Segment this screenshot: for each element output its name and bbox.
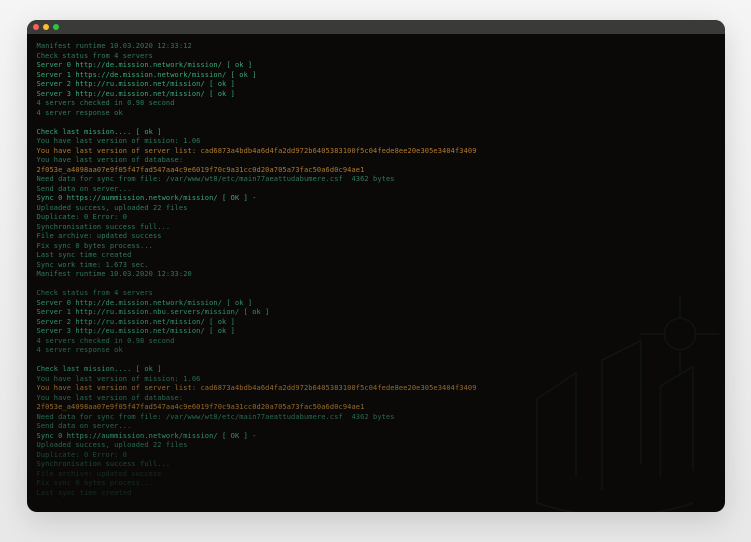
log-line: Duplicate: 0 Error: 0 bbox=[37, 451, 715, 461]
terminal-output[interactable]: Manifest runtime 10.03.2020 12:33:12 Che… bbox=[27, 34, 725, 512]
log-line: Sync 0 https://aummission.network/missio… bbox=[37, 194, 715, 204]
log-line: 4 servers checked in 0.98 second bbox=[37, 337, 715, 347]
log-line: Check status from 4 servers bbox=[37, 52, 715, 62]
log-line: Check last mission.... [ ok ] bbox=[37, 128, 715, 138]
log-line: Last sync time created bbox=[37, 489, 715, 499]
log-line: Server 0 http://de.mission.network/missi… bbox=[37, 61, 715, 71]
blank-line bbox=[37, 356, 715, 366]
titlebar bbox=[27, 20, 725, 34]
log-line: Check last mission.... [ ok ] bbox=[37, 365, 715, 375]
log-line: 4 server response ok bbox=[37, 346, 715, 356]
minimize-icon[interactable] bbox=[43, 24, 49, 30]
log-line: Server 0 http://de.mission.network/missi… bbox=[37, 299, 715, 309]
log-line: Fix sync 0 bytes process... bbox=[37, 242, 715, 252]
log-line: You have last version of database: bbox=[37, 394, 715, 404]
log-line: You have last version of mission: 1.06 bbox=[37, 137, 715, 147]
log-line: Send data on server... bbox=[37, 185, 715, 195]
log-line: Server 3 http://eu.mission.net/mission/ … bbox=[37, 327, 715, 337]
log-line: Check status from 4 servers bbox=[37, 289, 715, 299]
terminal-window: Manifest runtime 10.03.2020 12:33:12 Che… bbox=[27, 20, 725, 512]
log-line: Need data for sync from file: /var/www/w… bbox=[37, 175, 715, 185]
blank-line bbox=[37, 280, 715, 290]
log-line: Need data for sync from file: /var/www/w… bbox=[37, 413, 715, 423]
log-line: 2f053e_a4098aa07e9f05f47fad547aa4c9e6019… bbox=[37, 403, 715, 413]
log-line: Uploaded success, uploaded 22 files bbox=[37, 441, 715, 451]
log-line: 2f053e_a4098aa07e9f05f47fad547aa4c9e6019… bbox=[37, 166, 715, 176]
log-line: Server 3 http://eu.mission.net/mission/ … bbox=[37, 90, 715, 100]
log-line: File archive: updated success bbox=[37, 470, 715, 480]
log-line: You have last version of server list: ca… bbox=[37, 384, 715, 394]
log-line: File archive: updated success bbox=[37, 232, 715, 242]
log-line: You have last version of mission: 1.06 bbox=[37, 375, 715, 385]
maximize-icon[interactable] bbox=[53, 24, 59, 30]
log-line: 4 servers checked in 0.98 second bbox=[37, 99, 715, 109]
log-line: Sync work time: 1.673 sec. bbox=[37, 261, 715, 271]
log-line: Manifest runtime 10.03.2020 12:33:20 bbox=[37, 270, 715, 280]
log-line: Synchronisation success full... bbox=[37, 460, 715, 470]
log-line: Send data on server... bbox=[37, 422, 715, 432]
log-line: Server 1 http://ru.mission.nbu.servers/m… bbox=[37, 308, 715, 318]
log-line: Synchronisation success full... bbox=[37, 223, 715, 233]
close-icon[interactable] bbox=[33, 24, 39, 30]
log-line: Manifest runtime 10.03.2020 12:33:12 bbox=[37, 42, 715, 52]
log-line: Duplicate: 0 Error: 0 bbox=[37, 213, 715, 223]
log-line: Sync 0 https://aummission.network/missio… bbox=[37, 432, 715, 442]
log-line: Last sync time created bbox=[37, 251, 715, 261]
log-line: Server 1 https://de.mission.network/miss… bbox=[37, 71, 715, 81]
log-line: 4 server response ok bbox=[37, 109, 715, 119]
blank-line bbox=[37, 118, 715, 128]
log-line: Server 2 http://ru.mission.net/mission/ … bbox=[37, 80, 715, 90]
log-line: Uploaded success, uploaded 22 files bbox=[37, 204, 715, 214]
log-line: Fix sync 0 bytes process... bbox=[37, 479, 715, 489]
log-line: You have last version of database: bbox=[37, 156, 715, 166]
log-line: You have last version of server list: ca… bbox=[37, 147, 715, 157]
log-line: Server 2 http://ru.mission.net/mission/ … bbox=[37, 318, 715, 328]
